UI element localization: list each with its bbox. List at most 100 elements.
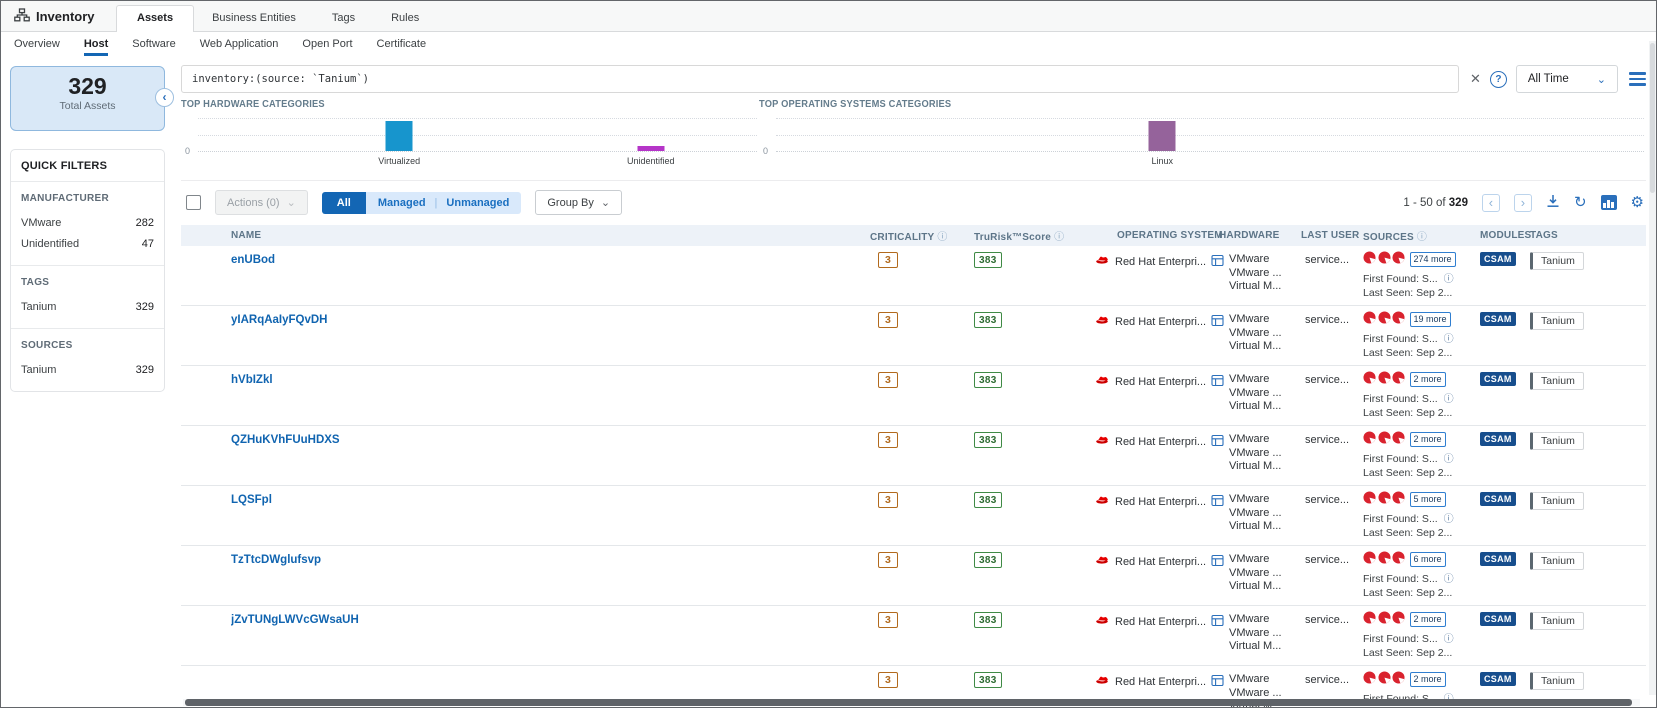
bar-unidentified[interactable]: [637, 146, 664, 151]
filter-item-source-tanium[interactable]: Tanium 329: [21, 360, 154, 381]
info-icon[interactable]: ⓘ: [1444, 634, 1454, 645]
source-qualys-icon[interactable]: [1378, 611, 1391, 627]
source-qualys-icon[interactable]: [1392, 551, 1405, 567]
actions-button[interactable]: Actions (0) ⌄: [215, 190, 308, 215]
more-sources-badge[interactable]: 19 more: [1410, 312, 1451, 327]
source-qualys-icon[interactable]: [1392, 251, 1405, 267]
source-qualys-icon[interactable]: [1363, 671, 1376, 687]
subnav-host[interactable]: Host: [84, 32, 108, 56]
tab-rules[interactable]: Rules: [373, 6, 437, 31]
source-qualys-icon[interactable]: [1363, 371, 1376, 387]
asset-name-link[interactable]: LQSFpl: [231, 486, 272, 506]
source-qualys-icon[interactable]: [1378, 431, 1391, 447]
column-header-last-user[interactable]: LAST USER: [1301, 230, 1359, 241]
tag-chip[interactable]: Tanium: [1530, 372, 1584, 390]
filter-item-vmware[interactable]: VMware 282: [21, 213, 154, 234]
asset-name-link[interactable]: yIARqAaIyFQvDH: [231, 306, 328, 326]
source-qualys-icon[interactable]: [1363, 551, 1376, 567]
horizontal-scrollbar-thumb[interactable]: [185, 699, 1632, 706]
subnav-certificate[interactable]: Certificate: [377, 32, 427, 56]
tag-chip[interactable]: Tanium: [1530, 612, 1584, 630]
asset-name-link[interactable]: jZvTUNgLWVcGWsaUH: [231, 606, 359, 626]
source-qualys-icon[interactable]: [1363, 491, 1376, 507]
time-filter-dropdown[interactable]: All Time ⌄: [1516, 65, 1618, 93]
info-icon[interactable]: ⓘ: [1417, 232, 1427, 243]
column-header-modules[interactable]: MODULES: [1471, 230, 1526, 241]
subnav-software[interactable]: Software: [132, 32, 175, 56]
column-header-operating-system[interactable]: OPERATING SYSTEM: [1037, 230, 1209, 241]
source-qualys-icon[interactable]: [1392, 491, 1405, 507]
more-sources-badge[interactable]: 2 more: [1410, 612, 1446, 627]
clear-search-icon[interactable]: ✕: [1470, 71, 1481, 87]
tag-chip[interactable]: Tanium: [1530, 492, 1584, 510]
source-qualys-icon[interactable]: [1378, 371, 1391, 387]
source-qualys-icon[interactable]: [1392, 671, 1405, 687]
source-qualys-icon[interactable]: [1378, 251, 1391, 267]
chart-view-icon[interactable]: [1601, 195, 1617, 210]
info-icon[interactable]: ⓘ: [1444, 454, 1454, 465]
asset-name-link[interactable]: enUBod: [231, 246, 275, 266]
more-sources-badge[interactable]: 5 more: [1410, 492, 1446, 507]
source-qualys-icon[interactable]: [1378, 311, 1391, 327]
menu-icon[interactable]: [1629, 72, 1646, 86]
more-sources-badge[interactable]: 274 more: [1410, 252, 1456, 267]
source-qualys-icon[interactable]: [1378, 551, 1391, 567]
vertical-scrollbar-thumb[interactable]: [1650, 43, 1655, 193]
group-by-button[interactable]: Group By ⌄: [535, 190, 622, 215]
tag-chip[interactable]: Tanium: [1530, 312, 1584, 330]
bar-linux[interactable]: [1149, 121, 1176, 151]
source-qualys-icon[interactable]: [1363, 251, 1376, 267]
column-header-tags[interactable]: TAGS: [1526, 230, 1646, 241]
tag-chip[interactable]: Tanium: [1530, 432, 1584, 450]
gear-icon[interactable]: ⚙: [1631, 195, 1644, 210]
total-assets-card[interactable]: 329 Total Assets ‹: [10, 66, 165, 131]
help-icon[interactable]: ?: [1490, 71, 1507, 88]
asset-name-link[interactable]: TzTtcDWglufsvp: [231, 546, 321, 566]
source-qualys-icon[interactable]: [1378, 671, 1391, 687]
source-qualys-icon[interactable]: [1392, 311, 1405, 327]
subnav-web-application[interactable]: Web Application: [200, 32, 279, 56]
source-qualys-icon[interactable]: [1363, 611, 1376, 627]
info-icon[interactable]: ⓘ: [1444, 394, 1454, 405]
refresh-icon[interactable]: ↻: [1574, 195, 1587, 210]
more-sources-badge[interactable]: 2 more: [1410, 372, 1446, 387]
column-header-hardware[interactable]: HARDWARE: [1209, 230, 1301, 241]
info-icon[interactable]: ⓘ: [1444, 334, 1454, 345]
next-page-button[interactable]: ›: [1514, 194, 1532, 212]
source-qualys-icon[interactable]: [1392, 371, 1405, 387]
segment-all[interactable]: All: [322, 192, 366, 214]
search-input[interactable]: inventory:(source: `Tanium`): [181, 65, 1459, 93]
tag-chip[interactable]: Tanium: [1530, 672, 1584, 690]
tab-tags[interactable]: Tags: [314, 6, 373, 31]
tag-chip[interactable]: Tanium: [1530, 252, 1584, 270]
tab-business-entities[interactable]: Business Entities: [194, 6, 314, 31]
previous-page-button[interactable]: ‹: [1482, 194, 1500, 212]
source-qualys-icon[interactable]: [1363, 431, 1376, 447]
tab-assets[interactable]: Assets: [116, 5, 194, 32]
more-sources-badge[interactable]: 2 more: [1410, 672, 1446, 687]
column-header-name[interactable]: NAME: [231, 230, 832, 241]
column-header-criticality[interactable]: CRITICALITYⓘ: [832, 228, 932, 243]
more-sources-badge[interactable]: 6 more: [1410, 552, 1446, 567]
info-icon[interactable]: ⓘ: [1444, 514, 1454, 525]
segment-unmanaged[interactable]: Unmanaged: [446, 197, 509, 209]
filter-item-unidentified[interactable]: Unidentified 47: [21, 234, 154, 255]
asset-name-link[interactable]: QZHuKVhFUuHDXS: [231, 426, 340, 446]
info-icon[interactable]: ⓘ: [1444, 574, 1454, 585]
subnav-overview[interactable]: Overview: [14, 32, 60, 56]
column-header-trurisk-score[interactable]: TruRisk™Scoreⓘ: [932, 228, 1037, 243]
asset-name-link[interactable]: hVbIZkl: [231, 366, 273, 386]
filter-item-tag-tanium[interactable]: Tanium 329: [21, 297, 154, 318]
column-header-sources[interactable]: SOURCESⓘ: [1359, 228, 1471, 243]
select-all-checkbox[interactable]: [186, 195, 201, 210]
source-qualys-icon[interactable]: [1363, 311, 1376, 327]
info-icon[interactable]: ⓘ: [1444, 274, 1454, 285]
bar-virtualized[interactable]: [386, 121, 413, 151]
source-qualys-icon[interactable]: [1392, 611, 1405, 627]
more-sources-badge[interactable]: 2 more: [1410, 432, 1446, 447]
tag-chip[interactable]: Tanium: [1530, 552, 1584, 570]
download-icon[interactable]: [1546, 194, 1560, 211]
segment-managed[interactable]: Managed: [378, 197, 426, 209]
source-qualys-icon[interactable]: [1378, 491, 1391, 507]
source-qualys-icon[interactable]: [1392, 431, 1405, 447]
